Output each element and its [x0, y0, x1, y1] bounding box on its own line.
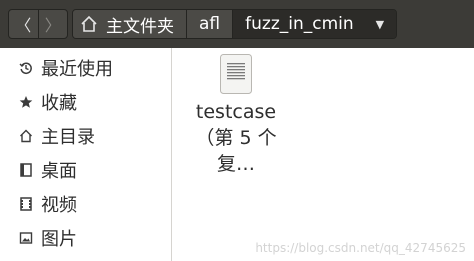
- header-bar: 〈 〉 主文件夹 afl fuzz_in_cmin ▼: [0, 0, 474, 48]
- breadcrumb-fuzz-in-cmin[interactable]: fuzz_in_cmin ▼: [233, 10, 397, 38]
- text-document-icon: [220, 54, 252, 94]
- back-icon: 〈: [15, 16, 32, 35]
- desktop-icon: [19, 163, 33, 177]
- sidebar-item-pictures[interactable]: 图片: [0, 221, 171, 255]
- breadcrumb-home[interactable]: 主文件夹: [73, 10, 187, 38]
- back-button[interactable]: 〈: [9, 10, 39, 38]
- forward-icon: 〉: [44, 16, 61, 35]
- sidebar-item-label: 图片: [41, 229, 77, 250]
- breadcrumb: 主文件夹 afl fuzz_in_cmin ▼: [72, 9, 398, 39]
- clock-icon: [19, 61, 33, 75]
- watermark: https://blog.csdn.net/qq_42745625: [255, 241, 466, 255]
- forward-button[interactable]: 〉: [39, 10, 68, 38]
- home-icon: [81, 15, 97, 32]
- file-view: testcase（第 5 个复… https://blog.csdn.net/q…: [172, 48, 474, 261]
- sidebar-item-label: 视频: [41, 195, 77, 216]
- breadcrumb-afl[interactable]: afl: [187, 10, 234, 38]
- sidebar-item-desktop[interactable]: 桌面: [0, 153, 171, 187]
- sidebar-item-label: 主目录: [41, 127, 95, 148]
- sidebar-item-label: 收藏: [41, 93, 77, 114]
- breadcrumb-current-label: fuzz_in_cmin: [245, 14, 354, 34]
- breadcrumb-afl-label: afl: [199, 14, 221, 34]
- file-item[interactable]: testcase（第 5 个复…: [194, 53, 278, 177]
- sidebar-item-label: 桌面: [41, 161, 77, 182]
- file-name: testcase（第 5 个复…: [195, 101, 277, 175]
- history-nav: 〈 〉: [8, 9, 68, 39]
- home-icon: [19, 129, 33, 143]
- chevron-down-icon[interactable]: ▼: [376, 18, 384, 31]
- sidebar-item-home[interactable]: 主目录: [0, 119, 171, 153]
- video-icon: [19, 197, 33, 211]
- sidebar-item-videos[interactable]: 视频: [0, 187, 171, 221]
- sidebar-item-recent[interactable]: 最近使用: [0, 51, 171, 85]
- sidebar-item-starred[interactable]: 收藏: [0, 85, 171, 119]
- sidebar-item-label: 最近使用: [41, 59, 113, 80]
- picture-icon: [19, 231, 33, 245]
- star-icon: [19, 95, 33, 109]
- breadcrumb-home-label: 主文件夹: [106, 16, 174, 37]
- sidebar: 最近使用 收藏 主目录 桌面 视频 图片: [0, 48, 172, 261]
